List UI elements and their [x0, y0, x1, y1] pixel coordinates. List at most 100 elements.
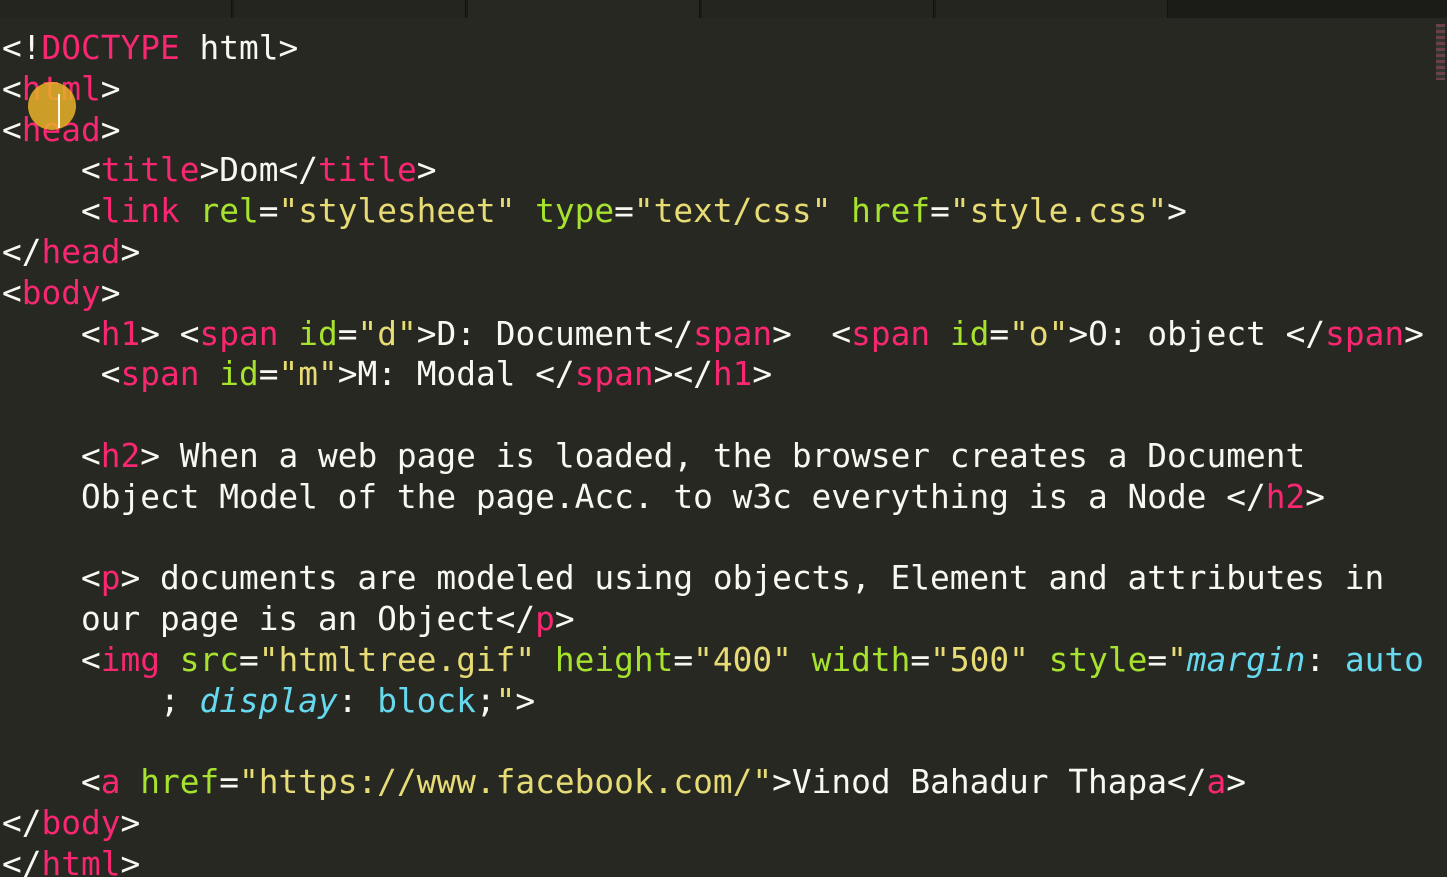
- punctuation-token: <: [2, 69, 22, 108]
- attribute-token: rel: [199, 192, 259, 231]
- attribute-token: id: [949, 314, 990, 353]
- code-line[interactable]: <h2> When a web page is loaded, the brow…: [2, 436, 1424, 477]
- text-token: D: Document: [436, 314, 654, 353]
- code-line[interactable]: ; display: block;">: [2, 681, 1424, 722]
- css-property-token: display: [199, 681, 338, 720]
- punctuation-token: </: [278, 151, 318, 190]
- punctuation-token: [199, 355, 219, 393]
- punctuation-token: :: [337, 681, 378, 720]
- code-line[interactable]: <img src="htmltree.gif" height="400" wid…: [2, 640, 1424, 681]
- tab-bar: ×××××: [0, 0, 1447, 18]
- mouse-cursor-highlight: [28, 82, 76, 130]
- string-token: "htmltree.gif": [258, 640, 536, 679]
- punctuation-token: </: [495, 600, 536, 639]
- code-line[interactable]: <title>Dom</title>: [2, 150, 1424, 191]
- punctuation-token: =: [219, 763, 239, 802]
- punctuation-token: [278, 315, 298, 353]
- code-line[interactable]: Object Model of the page.Acc. to w3c eve…: [2, 477, 1424, 518]
- attribute-token: id: [219, 355, 259, 394]
- tag-name-token: span: [199, 314, 279, 353]
- minimap-viewport[interactable]: [1436, 24, 1445, 80]
- css-value-token: block: [377, 681, 476, 720]
- punctuation-token: >: [140, 314, 160, 353]
- punctuation-token: >: [120, 559, 141, 598]
- string-token: "m": [278, 355, 338, 394]
- string-token: ": [495, 681, 516, 720]
- punctuation-token: >: [752, 355, 773, 394]
- punctuation-token: ;: [475, 681, 496, 720]
- punctuation-token: >: [416, 151, 437, 190]
- editor-tab[interactable]: ×: [702, 0, 934, 18]
- punctuation-token: =: [910, 640, 931, 679]
- punctuation-token: =: [1147, 640, 1168, 679]
- code-line[interactable]: <h1> <span id="d">D: Document</span> <sp…: [2, 314, 1424, 355]
- punctuation-token: ;: [2, 681, 200, 720]
- string-token: "stylesheet": [278, 192, 516, 231]
- minimap[interactable]: [1430, 18, 1447, 877]
- code-editor[interactable]: <!DOCTYPE html><html><head> <title>Dom</…: [0, 18, 1430, 877]
- editor-tab[interactable]: ×: [468, 0, 700, 18]
- punctuation-token: <: [2, 763, 101, 802]
- punctuation-token: >: [772, 314, 792, 353]
- punctuation-token: <: [100, 355, 121, 394]
- tag-name-token: p: [535, 600, 555, 639]
- punctuation-token: ></: [653, 355, 713, 394]
- string-token: ": [1167, 640, 1187, 679]
- tag-name-token: img: [100, 640, 160, 679]
- punctuation-token: >: [1068, 314, 1089, 353]
- text-token: Dom: [219, 151, 279, 190]
- code-line[interactable]: <body>: [2, 273, 1424, 314]
- code-line[interactable]: <head>: [2, 110, 1424, 151]
- tag-name-token: body: [41, 804, 121, 843]
- code-line[interactable]: <link rel="stylesheet" type="text/css" h…: [2, 191, 1424, 232]
- punctuation-token: </: [1285, 314, 1326, 353]
- editor-tab[interactable]: ×: [0, 0, 232, 18]
- punctuation-token: <: [2, 314, 101, 353]
- code-line[interactable]: [2, 722, 1424, 763]
- punctuation-token: >: [140, 436, 160, 475]
- code-line[interactable]: </body>: [2, 803, 1424, 844]
- tag-name-token: span: [693, 314, 773, 353]
- text-token: our page is an Object: [2, 600, 496, 639]
- code-line[interactable]: our page is an Object</p>: [2, 599, 1424, 640]
- code-line[interactable]: <a href="https://www.facebook.com/">Vino…: [2, 762, 1424, 803]
- code-content[interactable]: <!DOCTYPE html><html><head> <title>Dom</…: [2, 28, 1424, 877]
- code-line[interactable]: <span id="m">M: Modal </span></h1>: [2, 354, 1424, 395]
- code-line[interactable]: </head>: [2, 232, 1424, 273]
- punctuation-token: =: [258, 355, 279, 394]
- punctuation-token: [160, 641, 180, 679]
- punctuation-token: </: [535, 355, 575, 394]
- punctuation-token: </: [2, 804, 42, 843]
- punctuation-token: <: [2, 110, 22, 149]
- code-line[interactable]: <html>: [2, 69, 1424, 110]
- tag-name-token: h2: [100, 436, 141, 475]
- punctuation-token: =: [930, 192, 950, 231]
- attribute-token: id: [298, 314, 338, 353]
- punctuation-token: >: [100, 110, 121, 149]
- code-line[interactable]: <p> documents are modeled using objects,…: [2, 558, 1424, 599]
- code-line[interactable]: </html>: [2, 844, 1424, 877]
- editor-tab[interactable]: ×: [234, 0, 466, 18]
- punctuation-token: >: [120, 232, 141, 271]
- punctuation-token: :: [1305, 640, 1345, 679]
- punctuation-token: >: [120, 804, 141, 843]
- punctuation-token: <: [2, 151, 101, 190]
- code-line[interactable]: [2, 395, 1424, 436]
- code-line[interactable]: <!DOCTYPE html>: [2, 28, 1424, 69]
- tag-name-token: h1: [100, 314, 141, 353]
- punctuation-token: [515, 192, 535, 230]
- code-line[interactable]: [2, 518, 1424, 559]
- editor-tab[interactable]: ×: [936, 0, 1168, 18]
- string-token: "text/css": [633, 192, 832, 231]
- punctuation-token: >: [337, 355, 358, 394]
- css-value-token: auto: [1344, 640, 1424, 679]
- punctuation-token: <: [2, 192, 101, 231]
- text-token: Object Model of the page.Acc. to w3c eve…: [2, 477, 1227, 516]
- tag-name-token: p: [100, 559, 121, 598]
- punctuation-token: =: [673, 640, 694, 679]
- punctuation-token: =: [238, 640, 259, 679]
- tag-name-token: head: [41, 232, 121, 271]
- string-token: "o": [1009, 314, 1069, 353]
